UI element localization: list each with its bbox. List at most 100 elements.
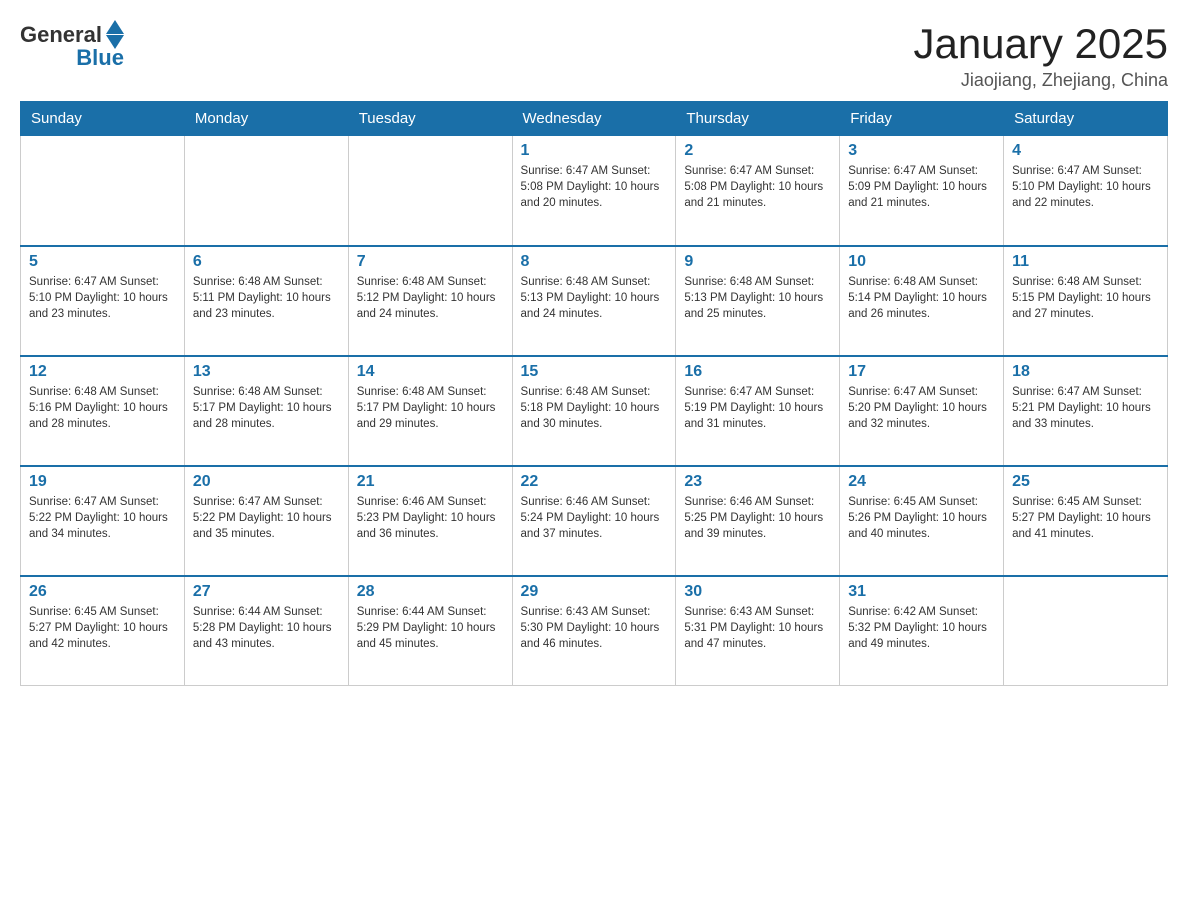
calendar-cell bbox=[1004, 576, 1168, 686]
calendar-week-row: 1Sunrise: 6:47 AM Sunset: 5:08 PM Daylig… bbox=[21, 136, 1168, 246]
day-info: Sunrise: 6:47 AM Sunset: 5:19 PM Dayligh… bbox=[684, 384, 831, 432]
day-number: 28 bbox=[357, 583, 504, 601]
day-number: 19 bbox=[29, 473, 176, 491]
calendar-cell: 12 Sunrise: 6:48 AM Sunset: 5:16 PM Dayli… bbox=[21, 356, 185, 466]
calendar-cell: 24 Sunrise: 6:45 AM Sunset: 5:26 PM Dayli… bbox=[840, 466, 1004, 576]
day-info: Sunrise: 6:47 AM Sunset: 5:10 PM Dayligh… bbox=[1012, 163, 1159, 211]
day-info: Sunrise: 6:43 AM Sunset: 5:31 PM Dayligh… bbox=[684, 604, 831, 652]
day-info: Sunrise: 6:48 AM Sunset: 5:18 PM Dayligh… bbox=[521, 384, 668, 432]
title-section: January 2025 Jiaojiang, Zhejiang, China bbox=[913, 20, 1168, 91]
calendar-cell bbox=[21, 136, 185, 246]
calendar-week-row: 26Sunrise: 6:45 AM Sunset: 5:27 PM Dayli… bbox=[21, 576, 1168, 686]
day-info: Sunrise: 6:48 AM Sunset: 5:11 PM Dayligh… bbox=[193, 274, 340, 322]
calendar-header-wednesday: Wednesday bbox=[512, 102, 676, 136]
day-info: Sunrise: 6:47 AM Sunset: 5:08 PM Dayligh… bbox=[521, 163, 668, 211]
calendar-cell: 18 Sunrise: 6:47 AM Sunset: 5:21 PM Dayli… bbox=[1004, 356, 1168, 466]
day-info: Sunrise: 6:44 AM Sunset: 5:29 PM Dayligh… bbox=[357, 604, 504, 652]
logo-general: General bbox=[20, 22, 102, 48]
calendar-cell: 15 Sunrise: 6:48 AM Sunset: 5:18 PM Dayli… bbox=[512, 356, 676, 466]
day-number: 26 bbox=[29, 583, 176, 601]
calendar-cell: 23 Sunrise: 6:46 AM Sunset: 5:25 PM Dayli… bbox=[676, 466, 840, 576]
calendar-cell: 9 Sunrise: 6:48 AM Sunset: 5:13 PM Daylig… bbox=[676, 246, 840, 356]
day-number: 30 bbox=[684, 583, 831, 601]
day-number: 21 bbox=[357, 473, 504, 491]
day-number: 24 bbox=[848, 473, 995, 491]
calendar-cell: 25 Sunrise: 6:45 AM Sunset: 5:27 PM Dayli… bbox=[1004, 466, 1168, 576]
day-number: 17 bbox=[848, 363, 995, 381]
calendar-cell: 17Sunrise: 6:47 AM Sunset: 5:20 PM Dayli… bbox=[840, 356, 1004, 466]
day-number: 25 bbox=[1012, 473, 1159, 491]
calendar-table: SundayMondayTuesdayWednesdayThursdayFrid… bbox=[20, 101, 1168, 686]
day-info: Sunrise: 6:42 AM Sunset: 5:32 PM Dayligh… bbox=[848, 604, 995, 652]
day-number: 11 bbox=[1012, 253, 1159, 271]
day-info: Sunrise: 6:48 AM Sunset: 5:13 PM Dayligh… bbox=[684, 274, 831, 322]
day-info: Sunrise: 6:48 AM Sunset: 5:17 PM Dayligh… bbox=[357, 384, 504, 432]
calendar-week-row: 5Sunrise: 6:47 AM Sunset: 5:10 PM Daylig… bbox=[21, 246, 1168, 356]
day-info: Sunrise: 6:47 AM Sunset: 5:22 PM Dayligh… bbox=[29, 494, 176, 542]
day-number: 5 bbox=[29, 253, 176, 271]
day-info: Sunrise: 6:48 AM Sunset: 5:14 PM Dayligh… bbox=[848, 274, 995, 322]
calendar-cell: 21Sunrise: 6:46 AM Sunset: 5:23 PM Dayli… bbox=[348, 466, 512, 576]
page-header: General Blue January 2025 Jiaojiang, Zhe… bbox=[20, 20, 1168, 91]
calendar-cell: 22Sunrise: 6:46 AM Sunset: 5:24 PM Dayli… bbox=[512, 466, 676, 576]
calendar-cell: 11 Sunrise: 6:48 AM Sunset: 5:15 PM Dayli… bbox=[1004, 246, 1168, 356]
calendar-header-saturday: Saturday bbox=[1004, 102, 1168, 136]
calendar-cell: 5Sunrise: 6:47 AM Sunset: 5:10 PM Daylig… bbox=[21, 246, 185, 356]
day-info: Sunrise: 6:46 AM Sunset: 5:25 PM Dayligh… bbox=[684, 494, 831, 542]
month-title: January 2025 bbox=[913, 20, 1168, 68]
calendar-header-tuesday: Tuesday bbox=[348, 102, 512, 136]
day-number: 8 bbox=[521, 253, 668, 271]
day-info: Sunrise: 6:44 AM Sunset: 5:28 PM Dayligh… bbox=[193, 604, 340, 652]
calendar-cell: 29Sunrise: 6:43 AM Sunset: 5:30 PM Dayli… bbox=[512, 576, 676, 686]
day-number: 22 bbox=[521, 473, 668, 491]
logo-triangle-up bbox=[106, 20, 124, 34]
calendar-cell: 28 Sunrise: 6:44 AM Sunset: 5:29 PM Dayli… bbox=[348, 576, 512, 686]
location: Jiaojiang, Zhejiang, China bbox=[913, 70, 1168, 91]
day-info: Sunrise: 6:45 AM Sunset: 5:27 PM Dayligh… bbox=[1012, 494, 1159, 542]
day-number: 7 bbox=[357, 253, 504, 271]
day-number: 31 bbox=[848, 583, 995, 601]
logo: General Blue bbox=[20, 20, 124, 71]
calendar-header-row: SundayMondayTuesdayWednesdayThursdayFrid… bbox=[21, 102, 1168, 136]
calendar-cell: 8 Sunrise: 6:48 AM Sunset: 5:13 PM Daylig… bbox=[512, 246, 676, 356]
day-info: Sunrise: 6:48 AM Sunset: 5:17 PM Dayligh… bbox=[193, 384, 340, 432]
calendar-cell: 13Sunrise: 6:48 AM Sunset: 5:17 PM Dayli… bbox=[184, 356, 348, 466]
calendar-week-row: 12 Sunrise: 6:48 AM Sunset: 5:16 PM Dayli… bbox=[21, 356, 1168, 466]
day-number: 27 bbox=[193, 583, 340, 601]
day-info: Sunrise: 6:48 AM Sunset: 5:13 PM Dayligh… bbox=[521, 274, 668, 322]
day-number: 2 bbox=[684, 142, 831, 160]
calendar-cell: 14 Sunrise: 6:48 AM Sunset: 5:17 PM Dayli… bbox=[348, 356, 512, 466]
day-info: Sunrise: 6:47 AM Sunset: 5:21 PM Dayligh… bbox=[1012, 384, 1159, 432]
day-info: Sunrise: 6:43 AM Sunset: 5:30 PM Dayligh… bbox=[521, 604, 668, 652]
day-info: Sunrise: 6:47 AM Sunset: 5:08 PM Dayligh… bbox=[684, 163, 831, 211]
calendar-cell bbox=[348, 136, 512, 246]
day-info: Sunrise: 6:48 AM Sunset: 5:15 PM Dayligh… bbox=[1012, 274, 1159, 322]
day-info: Sunrise: 6:47 AM Sunset: 5:22 PM Dayligh… bbox=[193, 494, 340, 542]
calendar-cell: 20Sunrise: 6:47 AM Sunset: 5:22 PM Dayli… bbox=[184, 466, 348, 576]
day-info: Sunrise: 6:48 AM Sunset: 5:16 PM Dayligh… bbox=[29, 384, 176, 432]
day-number: 16 bbox=[684, 363, 831, 381]
day-number: 23 bbox=[684, 473, 831, 491]
day-info: Sunrise: 6:47 AM Sunset: 5:09 PM Dayligh… bbox=[848, 163, 995, 211]
calendar-cell: 16 Sunrise: 6:47 AM Sunset: 5:19 PM Dayli… bbox=[676, 356, 840, 466]
calendar-cell: 27 Sunrise: 6:44 AM Sunset: 5:28 PM Dayli… bbox=[184, 576, 348, 686]
day-info: Sunrise: 6:45 AM Sunset: 5:26 PM Dayligh… bbox=[848, 494, 995, 542]
calendar-cell: 31 Sunrise: 6:42 AM Sunset: 5:32 PM Dayli… bbox=[840, 576, 1004, 686]
day-number: 15 bbox=[521, 363, 668, 381]
logo-blue: Blue bbox=[76, 45, 124, 71]
calendar-cell: 1Sunrise: 6:47 AM Sunset: 5:08 PM Daylig… bbox=[512, 136, 676, 246]
day-number: 9 bbox=[684, 253, 831, 271]
calendar-cell: 10Sunrise: 6:48 AM Sunset: 5:14 PM Dayli… bbox=[840, 246, 1004, 356]
calendar-cell: 2 Sunrise: 6:47 AM Sunset: 5:08 PM Daylig… bbox=[676, 136, 840, 246]
calendar-week-row: 19 Sunrise: 6:47 AM Sunset: 5:22 PM Dayli… bbox=[21, 466, 1168, 576]
day-number: 14 bbox=[357, 363, 504, 381]
day-number: 18 bbox=[1012, 363, 1159, 381]
calendar-cell: 7Sunrise: 6:48 AM Sunset: 5:12 PM Daylig… bbox=[348, 246, 512, 356]
calendar-header-monday: Monday bbox=[184, 102, 348, 136]
calendar-header-sunday: Sunday bbox=[21, 102, 185, 136]
calendar-cell: 26Sunrise: 6:45 AM Sunset: 5:27 PM Dayli… bbox=[21, 576, 185, 686]
day-number: 3 bbox=[848, 142, 995, 160]
day-number: 6 bbox=[193, 253, 340, 271]
day-number: 12 bbox=[29, 363, 176, 381]
calendar-cell: 4Sunrise: 6:47 AM Sunset: 5:10 PM Daylig… bbox=[1004, 136, 1168, 246]
